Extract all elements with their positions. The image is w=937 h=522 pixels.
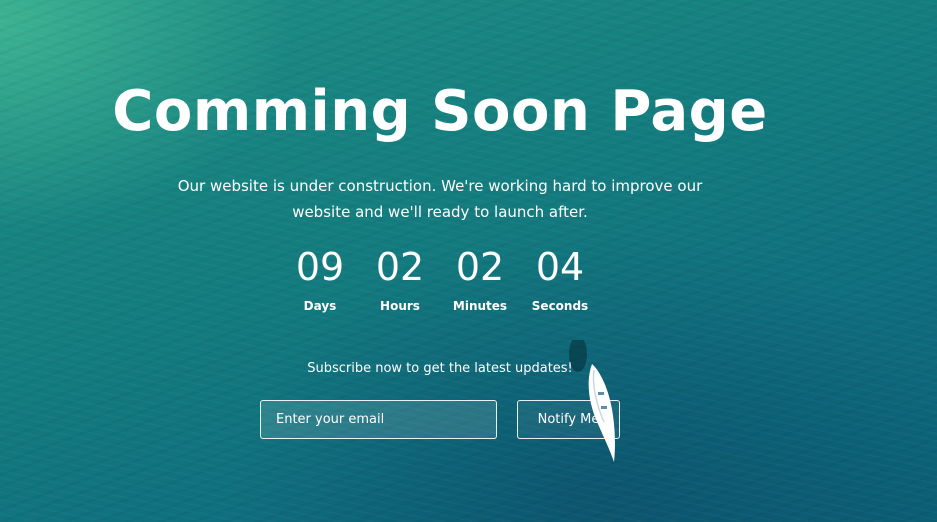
countdown-seconds-value: 04: [535, 245, 585, 289]
countdown-hours-value: 02: [375, 245, 425, 289]
page-title: Comming Soon Page: [112, 79, 768, 144]
countdown-minutes: 02 Minutes: [440, 244, 520, 314]
countdown-seconds-label: Seconds: [531, 299, 589, 313]
countdown-seconds: 04 Seconds: [520, 244, 600, 314]
countdown-days-label: Days: [303, 299, 337, 313]
notify-me-button[interactable]: Notify Me: [517, 400, 620, 439]
subscribe-text: Subscribe now to get the latest updates!: [307, 361, 573, 376]
countdown-days-value: 09: [295, 245, 345, 289]
countdown-timer: 09 Days 02 Hours 02 Minutes 04 Seconds: [280, 244, 600, 314]
countdown-minutes-label: Minutes: [452, 299, 508, 313]
countdown-minutes-value: 02: [455, 245, 505, 289]
countdown-hours-label: Hours: [380, 299, 420, 313]
email-input[interactable]: [260, 400, 497, 439]
page-subtitle: Our website is under construction. We're…: [177, 177, 703, 221]
countdown-hours: 02 Hours: [360, 244, 440, 314]
countdown-days: 09 Days: [280, 244, 360, 314]
